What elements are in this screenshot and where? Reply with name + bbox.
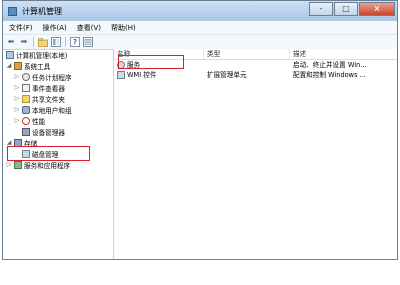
- list-item-type: 扩展管理单元: [207, 71, 247, 79]
- help-icon[interactable]: ?: [70, 37, 80, 47]
- highlight-box-services: [118, 55, 184, 69]
- column-header-description[interactable]: 描述: [290, 49, 397, 59]
- menu-file[interactable]: 文件(F): [9, 23, 33, 33]
- properties-icon[interactable]: [83, 37, 93, 47]
- menu-action[interactable]: 操作(A): [43, 23, 67, 33]
- toolbar: ⬅ ➡ ?: [3, 35, 397, 50]
- tree-item-label: 计算机管理(本地): [16, 51, 68, 60]
- performance-icon: [22, 116, 30, 125]
- close-button[interactable]: ×: [359, 2, 395, 16]
- tree-item-label: 设备管理器: [32, 128, 65, 137]
- expand-arrow-icon[interactable]: ▷: [6, 161, 12, 168]
- list-item-description: 启动、终止并设置 Win...: [293, 61, 367, 69]
- tree-item-label: 事件查看器: [32, 84, 65, 93]
- console-tree: 计算机管理(本地) ◢ 系统工具 ▷ 任务计划程序 ▷ 事件查看器 ▷ 共享文件…: [3, 49, 114, 259]
- up-folder-icon[interactable]: [38, 37, 48, 47]
- window-controls: - □ ×: [308, 2, 395, 16]
- app-icon: [8, 6, 17, 16]
- list-item-description: 配置和控制 Windows ...: [293, 71, 366, 79]
- expand-arrow-icon[interactable]: ▷: [14, 117, 20, 124]
- menu-help[interactable]: 帮助(H): [111, 23, 136, 33]
- tree-item-label: 共享文件夹: [32, 95, 65, 104]
- collapse-arrow-icon[interactable]: ◢: [6, 139, 12, 146]
- tree-item-local-users[interactable]: ▷ 本地用户和组: [14, 104, 72, 115]
- details-list: 名称 类型 描述 服务 启动、终止并设置 Win... WMI 控件 扩展管理单…: [114, 49, 397, 259]
- list-item-wmi-control[interactable]: WMI 控件 扩展管理单元 配置和控制 Windows ...: [114, 70, 397, 80]
- show-tree-icon[interactable]: [51, 37, 61, 47]
- users-icon: [22, 105, 30, 114]
- list-item-name: WMI 控件: [114, 70, 204, 80]
- collapse-arrow-icon[interactable]: ◢: [6, 62, 12, 69]
- toolbar-separator: [65, 37, 66, 47]
- clock-icon: [22, 72, 30, 81]
- shared-folder-icon: [22, 94, 30, 103]
- title-bar: 计算机管理 - □ ×: [3, 1, 397, 21]
- tree-item-label: 性能: [32, 117, 46, 126]
- menu-view[interactable]: 查看(V): [77, 23, 101, 33]
- tree-item-event-viewer[interactable]: ▷ 事件查看器: [14, 82, 65, 93]
- back-arrow-icon[interactable]: ⬅: [6, 37, 16, 47]
- expand-arrow-icon[interactable]: ▷: [14, 73, 20, 80]
- highlight-box-services-and-applications: [7, 146, 90, 161]
- forward-arrow-icon[interactable]: ➡: [19, 37, 29, 47]
- minimize-button[interactable]: -: [309, 2, 333, 16]
- expand-arrow-icon[interactable]: ▷: [14, 106, 20, 113]
- computer-icon: [6, 50, 14, 59]
- tools-icon: [14, 61, 22, 70]
- tree-item-performance[interactable]: ▷ 性能: [14, 115, 45, 126]
- tree-item-computer-management[interactable]: 计算机管理(本地): [6, 49, 67, 60]
- toolbar-separator: [33, 37, 34, 47]
- tree-item-label: 系统工具: [24, 62, 51, 71]
- tree-item-system-tools[interactable]: ◢ 系统工具: [6, 60, 50, 71]
- tree-item-label: 服务和应用程序: [24, 161, 71, 170]
- services-apps-icon: [14, 160, 22, 169]
- list-item-type: [204, 60, 290, 70]
- column-header-type[interactable]: 类型: [204, 49, 290, 59]
- list-item-name-text: WMI 控件: [127, 71, 157, 79]
- event-log-icon: [22, 83, 30, 92]
- tree-item-label: 任务计划程序: [32, 73, 72, 82]
- tree-item-device-manager[interactable]: 设备管理器: [22, 126, 65, 137]
- computer-management-window: 计算机管理 - □ × 文件(F) 操作(A) 查看(V) 帮助(H) ⬅ ➡ …: [2, 0, 398, 260]
- expand-arrow-icon[interactable]: ▷: [14, 95, 20, 102]
- tree-item-task-scheduler[interactable]: ▷ 任务计划程序: [14, 71, 72, 82]
- window-title: 计算机管理: [22, 6, 62, 16]
- expand-arrow-icon[interactable]: ▷: [14, 84, 20, 91]
- wmi-icon: [117, 71, 125, 79]
- tree-item-label: 本地用户和组: [32, 106, 72, 115]
- device-manager-icon: [22, 127, 30, 136]
- maximize-button[interactable]: □: [334, 2, 358, 16]
- tree-item-shared-folders[interactable]: ▷ 共享文件夹: [14, 93, 65, 104]
- menu-bar: 文件(F) 操作(A) 查看(V) 帮助(H): [3, 21, 397, 35]
